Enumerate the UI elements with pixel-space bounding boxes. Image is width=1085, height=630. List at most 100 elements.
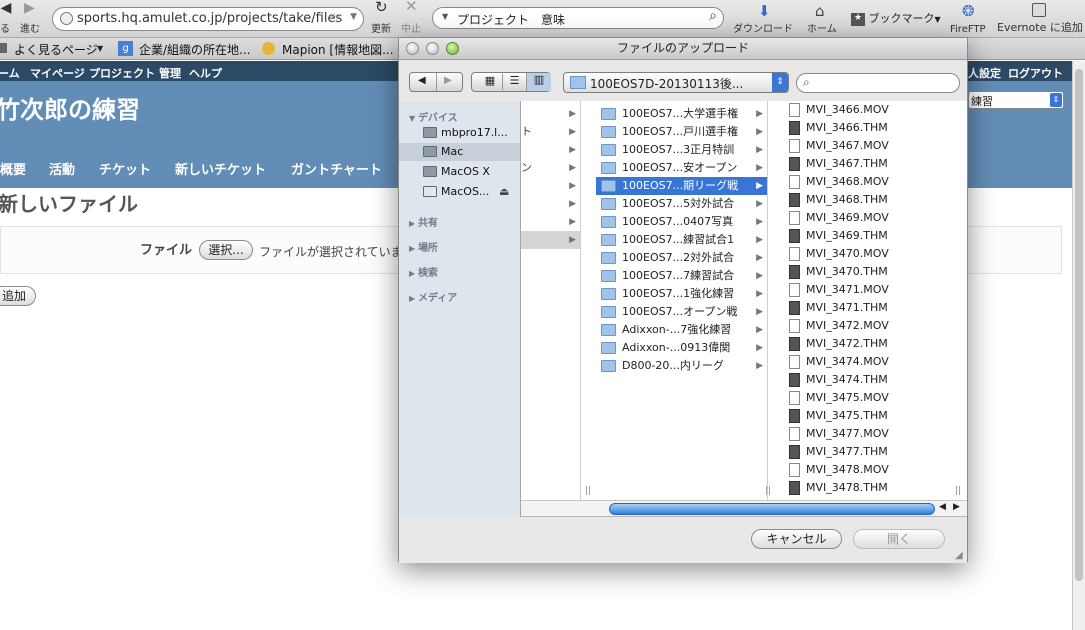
main-menu-item[interactable]: 概要 [0, 159, 26, 178]
home-icon[interactable]: ⌂ [815, 2, 825, 20]
stop-button-label[interactable]: 中止 [401, 24, 421, 35]
icon-view-icon[interactable]: ▦ [478, 74, 502, 90]
folder-item[interactable]: Adixxon-...7強化練習 ▶ [596, 321, 767, 339]
list-item[interactable]: ▶ [521, 141, 580, 159]
main-menu-item[interactable]: チケット [99, 159, 151, 178]
eject-icon[interactable]: ⏏ [499, 183, 509, 201]
file-item[interactable]: MVI_3471.MOV [785, 281, 967, 299]
search-engine-dropdown-icon[interactable]: ▼ [442, 12, 448, 21]
list-item[interactable]: ▶ [521, 177, 580, 195]
open-button[interactable]: 開く [853, 529, 945, 549]
file-item[interactable]: MVI_3475.THM [785, 407, 967, 425]
list-item[interactable]: ▶ [521, 231, 580, 249]
project-select[interactable]: 練習 ⇕ [968, 91, 1064, 109]
reload-icon[interactable]: ↻ [375, 0, 388, 15]
folder-item[interactable]: 100EOS7...3正月特訓 ▶ [596, 141, 767, 159]
file-item[interactable]: MVI_3470.THM [785, 263, 967, 281]
search-icon[interactable]: ⌕ [709, 8, 717, 24]
file-item[interactable]: MVI_3472.MOV [785, 317, 967, 335]
file-item[interactable]: MVI_3468.THM [785, 191, 967, 209]
chevron-down-icon[interactable]: ▼ [97, 44, 103, 53]
top-menu-item[interactable]: プロジェクト [89, 65, 155, 81]
folder-item[interactable]: 100EOS7...0407写真 ▶ [596, 213, 767, 231]
dialog-search-input[interactable]: ⌕ [796, 73, 960, 93]
file-item[interactable]: MVI_3467.THM [785, 155, 967, 173]
folder-item[interactable]: 100EOS7...7練習試合 ▶ [596, 267, 767, 285]
file-item[interactable]: MVI_3470.MOV [785, 245, 967, 263]
bookmark-item[interactable]: 企業/組織の所在地... [139, 41, 251, 58]
media-header[interactable]: ▶ メディア [409, 289, 457, 304]
forward-arrow-icon[interactable]: ▶ [24, 1, 35, 15]
search-input[interactable]: ▼ プロジェクト 意味 ⌕ [432, 7, 724, 29]
list-item[interactable]: ▶ [521, 105, 580, 123]
stop-icon[interactable]: ✕ [405, 0, 418, 14]
folder-item[interactable]: 100EOS7...期リーグ戦 ▶ [596, 177, 767, 195]
column-resize-handle[interactable]: || [955, 486, 961, 496]
scroll-thumb[interactable] [609, 503, 935, 515]
evernote-button-label[interactable]: Evernote に追加 [997, 22, 1083, 33]
file-item[interactable]: MVI_3468.MOV [785, 173, 967, 191]
back-button-label[interactable]: る [0, 24, 10, 35]
folder-item[interactable]: 100EOS7...戸川選手権 ▶ [596, 123, 767, 141]
file-item[interactable]: MVI_3474.MOV [785, 353, 967, 371]
main-menu-item[interactable]: 活動 [49, 159, 75, 178]
url-input[interactable]: sports.hq.amulet.co.jp/projects/take/fil… [52, 7, 364, 31]
zoom-window-icon[interactable] [446, 42, 459, 55]
search-header[interactable]: ▶ 検索 [409, 264, 438, 279]
folder-item[interactable]: Adixxon-...0913偉関 ▶ [596, 339, 767, 357]
fireftp-icon[interactable]: ❂ [962, 2, 975, 20]
top-menu-item[interactable]: ヘルプ [189, 65, 222, 81]
evernote-icon[interactable] [1032, 3, 1046, 17]
sidebar-item-macos-x[interactable]: MacOS X [399, 163, 520, 181]
folder-item[interactable]: 100EOS7...オープン戦 ▶ [596, 303, 767, 321]
file-item[interactable]: MVI_3478.THM [785, 479, 967, 497]
reload-button-label[interactable]: 更新 [371, 24, 391, 35]
resize-grip-icon[interactable]: ◢ [955, 550, 963, 561]
home-button-label[interactable]: ホーム [807, 24, 837, 35]
folder-item[interactable]: 100EOS7...1強化練習 ▶ [596, 285, 767, 303]
close-window-icon[interactable] [406, 42, 419, 55]
folder-item[interactable]: 100EOS7...安オープン ▶ [596, 159, 767, 177]
minimize-window-icon[interactable] [426, 42, 439, 55]
folder-item[interactable]: 100EOS7...大学選手権 ▶ [596, 105, 767, 123]
list-item[interactable]: ▶ [521, 213, 580, 231]
bookmark-menu[interactable]: ★ ブックマーク▼ [851, 10, 941, 26]
bookmark-item[interactable]: よく見るページ [14, 41, 98, 58]
scroll-right-icon[interactable]: ▶ [953, 502, 960, 512]
scroll-thumb[interactable] [1075, 69, 1083, 581]
download-button-label[interactable]: ダウンロード [733, 24, 793, 35]
top-menu-item[interactable]: マイページ [30, 65, 85, 81]
column-resize-handle[interactable]: || [585, 486, 591, 496]
top-menu-item[interactable]: ーム [0, 65, 20, 81]
download-icon[interactable]: ⬇ [758, 2, 771, 20]
file-item[interactable]: MVI_3478.MOV [785, 461, 967, 479]
scroll-left-icon[interactable]: ◀ [939, 502, 946, 512]
bookmark-item[interactable]: Mapion [情報地図... [282, 41, 394, 58]
file-item[interactable]: MVI_3469.THM [785, 227, 967, 245]
file-item[interactable]: MVI_3469.MOV [785, 209, 967, 227]
choose-file-button[interactable]: 選択... [199, 240, 253, 260]
fireftp-button-label[interactable]: FireFTP [950, 24, 986, 35]
forward-button-label[interactable]: 進む [20, 24, 40, 35]
folder-item[interactable]: D800-20...内リーグ ▶ [596, 357, 767, 375]
top-menu-item[interactable]: 管理 [159, 65, 181, 81]
file-item[interactable]: MVI_3475.MOV [785, 389, 967, 407]
add-button[interactable]: 追加 [0, 286, 36, 306]
column-view-icon[interactable]: ▥ [526, 73, 551, 91]
list-item[interactable]: ▶ [521, 195, 580, 213]
list-view-icon[interactable]: ☰ [502, 74, 526, 90]
file-item[interactable]: MVI_3474.THM [785, 371, 967, 389]
places-header[interactable]: ▶ 場所 [409, 239, 438, 254]
sidebar-item-mac[interactable]: Mac [399, 143, 520, 161]
file-item[interactable]: MVI_3477.MOV [785, 425, 967, 443]
cancel-button[interactable]: キャンセル [751, 529, 842, 549]
file-item[interactable]: MVI_3466.MOV [785, 101, 967, 119]
folder-item[interactable]: 100EOS7...5対外試合 ▶ [596, 195, 767, 213]
top-menu-item[interactable]: 人設定 [968, 65, 1001, 81]
file-item[interactable]: MVI_3467.MOV [785, 137, 967, 155]
chevron-down-icon[interactable]: ▼ [350, 12, 357, 22]
main-menu-item[interactable]: ガントチャート [291, 159, 382, 178]
page-scrollbar[interactable] [1072, 61, 1085, 630]
list-item[interactable]: ン ▶ [521, 159, 580, 177]
forward-arrow-icon[interactable]: ▶ [444, 75, 452, 86]
